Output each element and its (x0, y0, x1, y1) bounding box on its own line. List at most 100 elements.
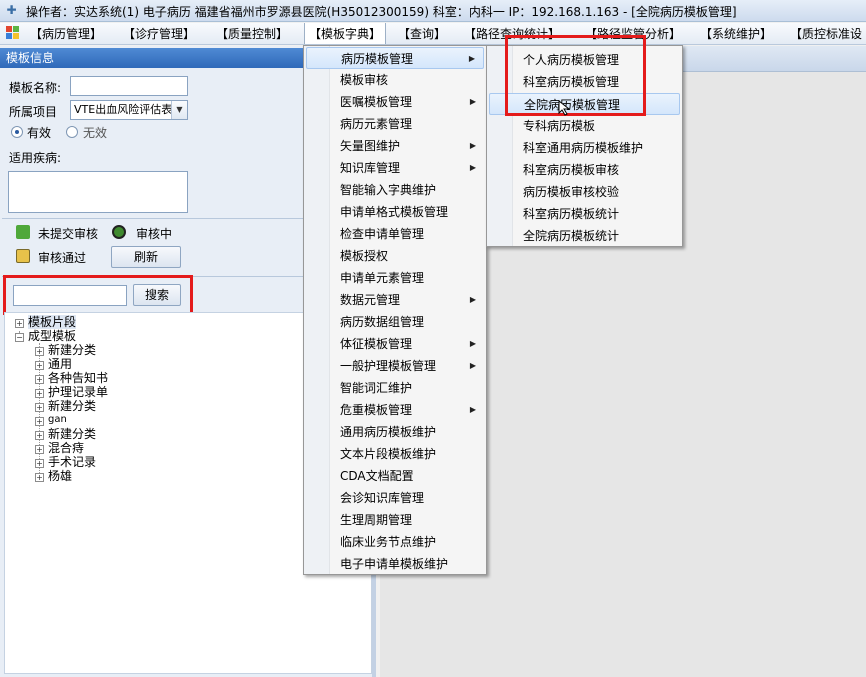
reviewing-icon (112, 225, 126, 239)
submenu-item[interactable]: 科室病历模板审核 (489, 159, 680, 181)
menu-item-label: 申请单格式模板管理 (340, 205, 449, 219)
expand-icon[interactable]: + (35, 403, 44, 412)
chevron-down-icon[interactable]: ▼ (171, 101, 187, 119)
radio-invalid[interactable] (66, 126, 78, 138)
menu-item[interactable]: 危重模板管理 ▶ (306, 399, 484, 421)
tree-node-fragments[interactable]: 模板片段 (28, 315, 77, 329)
menu-item[interactable]: 智能词汇维护 (306, 377, 484, 399)
menu-item[interactable]: 电子申请单模板维护 (306, 553, 484, 575)
menu-item-label: 科室病历模板审核 (523, 163, 620, 177)
window-titlebar: ✚ 操作者：实达系统(1) 电子病历 福建省福州市罗源县医院(H35012300… (0, 0, 866, 22)
menu-diagnosis[interactable]: 【诊疗管理】 (123, 23, 195, 44)
project-label: 所属项目 (9, 105, 58, 119)
menu-item-label: 智能输入字典维护 (340, 183, 437, 197)
menu-item-label: 知识库管理 (340, 161, 401, 175)
menu-item-label: 全院病历模板统计 (523, 229, 620, 243)
submenu-arrow-icon: ▶ (469, 141, 476, 150)
radio-invalid-label: 无效 (83, 126, 108, 140)
tree-node[interactable]: 各种告知书 (48, 371, 108, 385)
tree-node[interactable]: 混合痔 (48, 441, 84, 455)
disease-label: 适用疾病: (9, 151, 62, 165)
expand-icon[interactable]: + (35, 431, 44, 440)
submenu-item[interactable]: 全院病历模板统计 (489, 225, 680, 247)
menu-item-record-template-mgmt[interactable]: 病历模板管理 ▶ (306, 47, 484, 69)
tree-node-formed[interactable]: 成型模板 (28, 329, 76, 343)
menu-item-label: 智能词汇维护 (340, 381, 413, 395)
menu-item-label: 病历数据组管理 (340, 315, 425, 329)
expand-icon[interactable]: + (15, 319, 24, 328)
tree-node[interactable]: 新建分类 (48, 427, 96, 441)
menu-item-label: 病历模板审核校验 (523, 185, 620, 199)
menu-item[interactable]: 病历数据组管理 (306, 311, 484, 333)
highlight-box-search (3, 275, 193, 315)
menu-item[interactable]: CDA文档配置 (306, 465, 484, 487)
menu-item-label: 医嘱模板管理 (340, 95, 413, 109)
menu-item[interactable]: 病历元素管理 (306, 113, 484, 135)
tree-node[interactable]: 新建分类 (48, 343, 96, 357)
menu-item-label: 病历元素管理 (340, 117, 413, 131)
menu-item-label: 申请单元素管理 (340, 271, 425, 285)
tree-node[interactable]: 护理记录单 (48, 385, 108, 399)
refresh-button[interactable]: 刷新 (111, 246, 181, 268)
submenu-arrow-icon: ▶ (469, 405, 476, 414)
menu-item[interactable]: 申请单格式模板管理 (306, 201, 484, 223)
tree-node[interactable]: gan (48, 413, 67, 427)
radio-valid[interactable] (11, 126, 23, 138)
project-select[interactable]: VTE出血风险评估表 ▼ (70, 100, 188, 120)
menu-item[interactable]: 医嘱模板管理 ▶ (306, 91, 484, 113)
tree-node[interactable]: 通用 (48, 357, 72, 371)
submenu-item[interactable]: 病历模板审核校验 (489, 181, 680, 203)
expand-icon[interactable]: + (35, 361, 44, 370)
menu-item-label: 专科病历模板 (523, 119, 596, 133)
menu-item-label: 一般护理模板管理 (340, 359, 437, 373)
expand-icon[interactable]: + (35, 445, 44, 454)
expand-icon[interactable]: + (35, 389, 44, 398)
submenu-item[interactable]: 科室病历模板统计 (489, 203, 680, 225)
menu-item[interactable]: 临床业务节点维护 (306, 531, 484, 553)
menu-item-label: 科室病历模板统计 (523, 207, 620, 221)
submenu-item[interactable]: 科室通用病历模板维护 (489, 137, 680, 159)
tree-node[interactable]: 新建分类 (48, 399, 96, 413)
menu-item[interactable]: 模板审核 (306, 69, 484, 91)
radio-valid-label: 有效 (27, 126, 52, 140)
menu-item[interactable]: 通用病历模板维护 (306, 421, 484, 443)
disease-textarea[interactable] (8, 171, 188, 213)
unsubmitted-icon (16, 225, 30, 239)
menu-item-label: 矢量图维护 (340, 139, 401, 153)
menu-template-dictionary[interactable]: 【模板字典】 (304, 23, 387, 44)
expand-icon[interactable]: + (35, 473, 44, 482)
menu-item[interactable]: 知识库管理 ▶ (306, 157, 484, 179)
menu-item[interactable]: 文本片段模板维护 (306, 443, 484, 465)
template-name-input[interactable] (70, 76, 188, 96)
submenu-arrow-icon: ▶ (469, 163, 476, 172)
menu-item[interactable]: 智能输入字典维护 (306, 179, 484, 201)
expand-icon[interactable]: + (35, 459, 44, 468)
menu-system-maintenance[interactable]: 【系统维护】 (700, 23, 772, 44)
menu-medical-record[interactable]: 【病历管理】 (30, 23, 102, 44)
tree-node[interactable]: 手术记录 (48, 455, 96, 469)
menu-item[interactable]: 模板授权 (306, 245, 484, 267)
menu-item[interactable]: 申请单元素管理 (306, 267, 484, 289)
collapse-icon[interactable]: − (15, 333, 24, 342)
menu-item[interactable]: 一般护理模板管理 ▶ (306, 355, 484, 377)
menu-item[interactable]: 检查申请单管理 (306, 223, 484, 245)
menu-item[interactable]: 会诊知识库管理 (306, 487, 484, 509)
menu-item-label: 通用病历模板维护 (340, 425, 437, 439)
menu-quality-control[interactable]: 【质量控制】 (216, 23, 288, 44)
tree-node[interactable]: 杨雄 (48, 469, 72, 483)
menu-query[interactable]: 【查询】 (398, 23, 446, 44)
menu-item-label: 生理周期管理 (340, 513, 413, 527)
menu-qc-standard[interactable]: 【质控标准设 (790, 23, 862, 44)
expand-icon[interactable]: + (35, 347, 44, 356)
menu-item[interactable]: 体征模板管理 ▶ (306, 333, 484, 355)
windows-logo-icon[interactable] (6, 26, 20, 40)
menu-item[interactable]: 矢量图维护 ▶ (306, 135, 484, 157)
expand-icon[interactable]: + (35, 417, 44, 426)
mouse-cursor-icon (558, 100, 571, 116)
menu-item-label: 危重模板管理 (340, 403, 413, 417)
submenu-arrow-icon: ▶ (469, 361, 476, 370)
expand-icon[interactable]: + (35, 375, 44, 384)
menu-item[interactable]: 生理周期管理 (306, 509, 484, 531)
menu-item[interactable]: 数据元管理 ▶ (306, 289, 484, 311)
submenu-item-specialty[interactable]: 专科病历模板 (489, 115, 680, 137)
